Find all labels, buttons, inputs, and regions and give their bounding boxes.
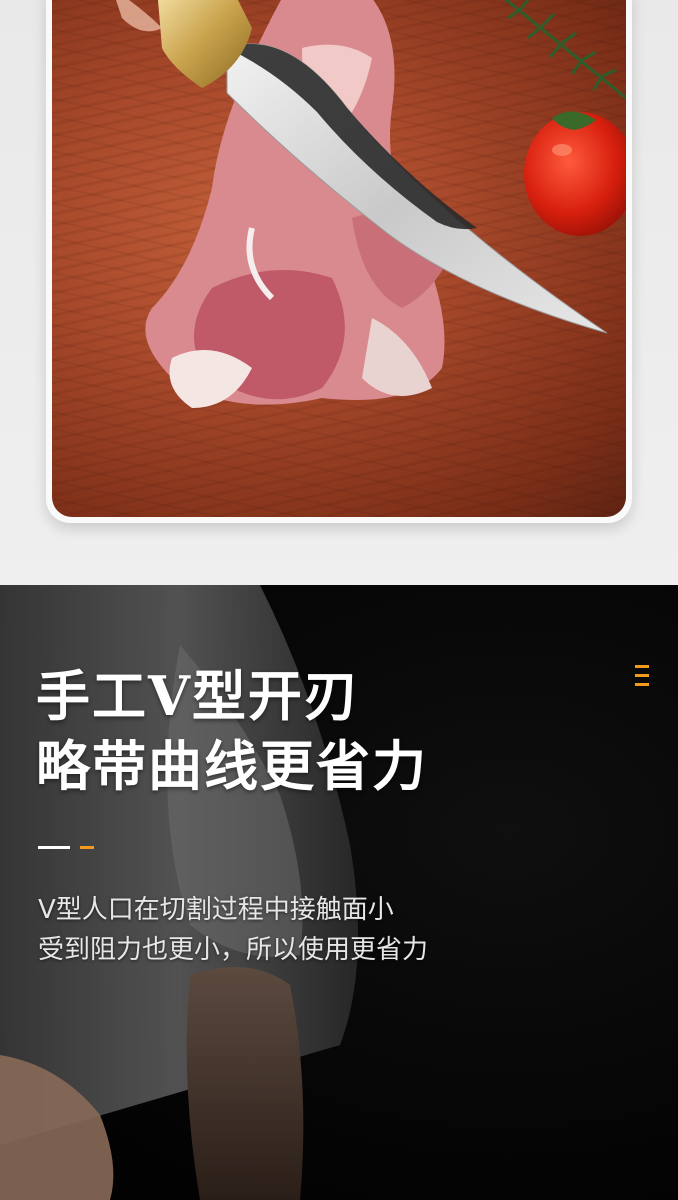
photo-illustration — [116, 0, 626, 408]
product-photo — [52, 0, 626, 517]
product-photo-section — [0, 0, 678, 585]
tomato-icon — [524, 111, 626, 236]
headline-line-2: 略带曲线更省力 — [36, 734, 428, 798]
rosemary-icon — [504, 0, 626, 100]
photo-frame — [46, 0, 632, 523]
divider-white — [38, 846, 70, 849]
description-line-2: 受到阻力也更小，所以使用更省力 — [38, 935, 429, 965]
description-line-1: V型人口在切割过程中接触面小 — [38, 895, 394, 925]
menu-icon[interactable] — [635, 665, 649, 687]
feature-info-section: 手工V型开刃 略带曲线更省力 V型人口在切割过程中接触面小 受到阻力也更小，所以… — [0, 585, 678, 1200]
divider-accent — [80, 846, 94, 849]
headline-line-1: 手工V型开刃 — [36, 664, 360, 728]
